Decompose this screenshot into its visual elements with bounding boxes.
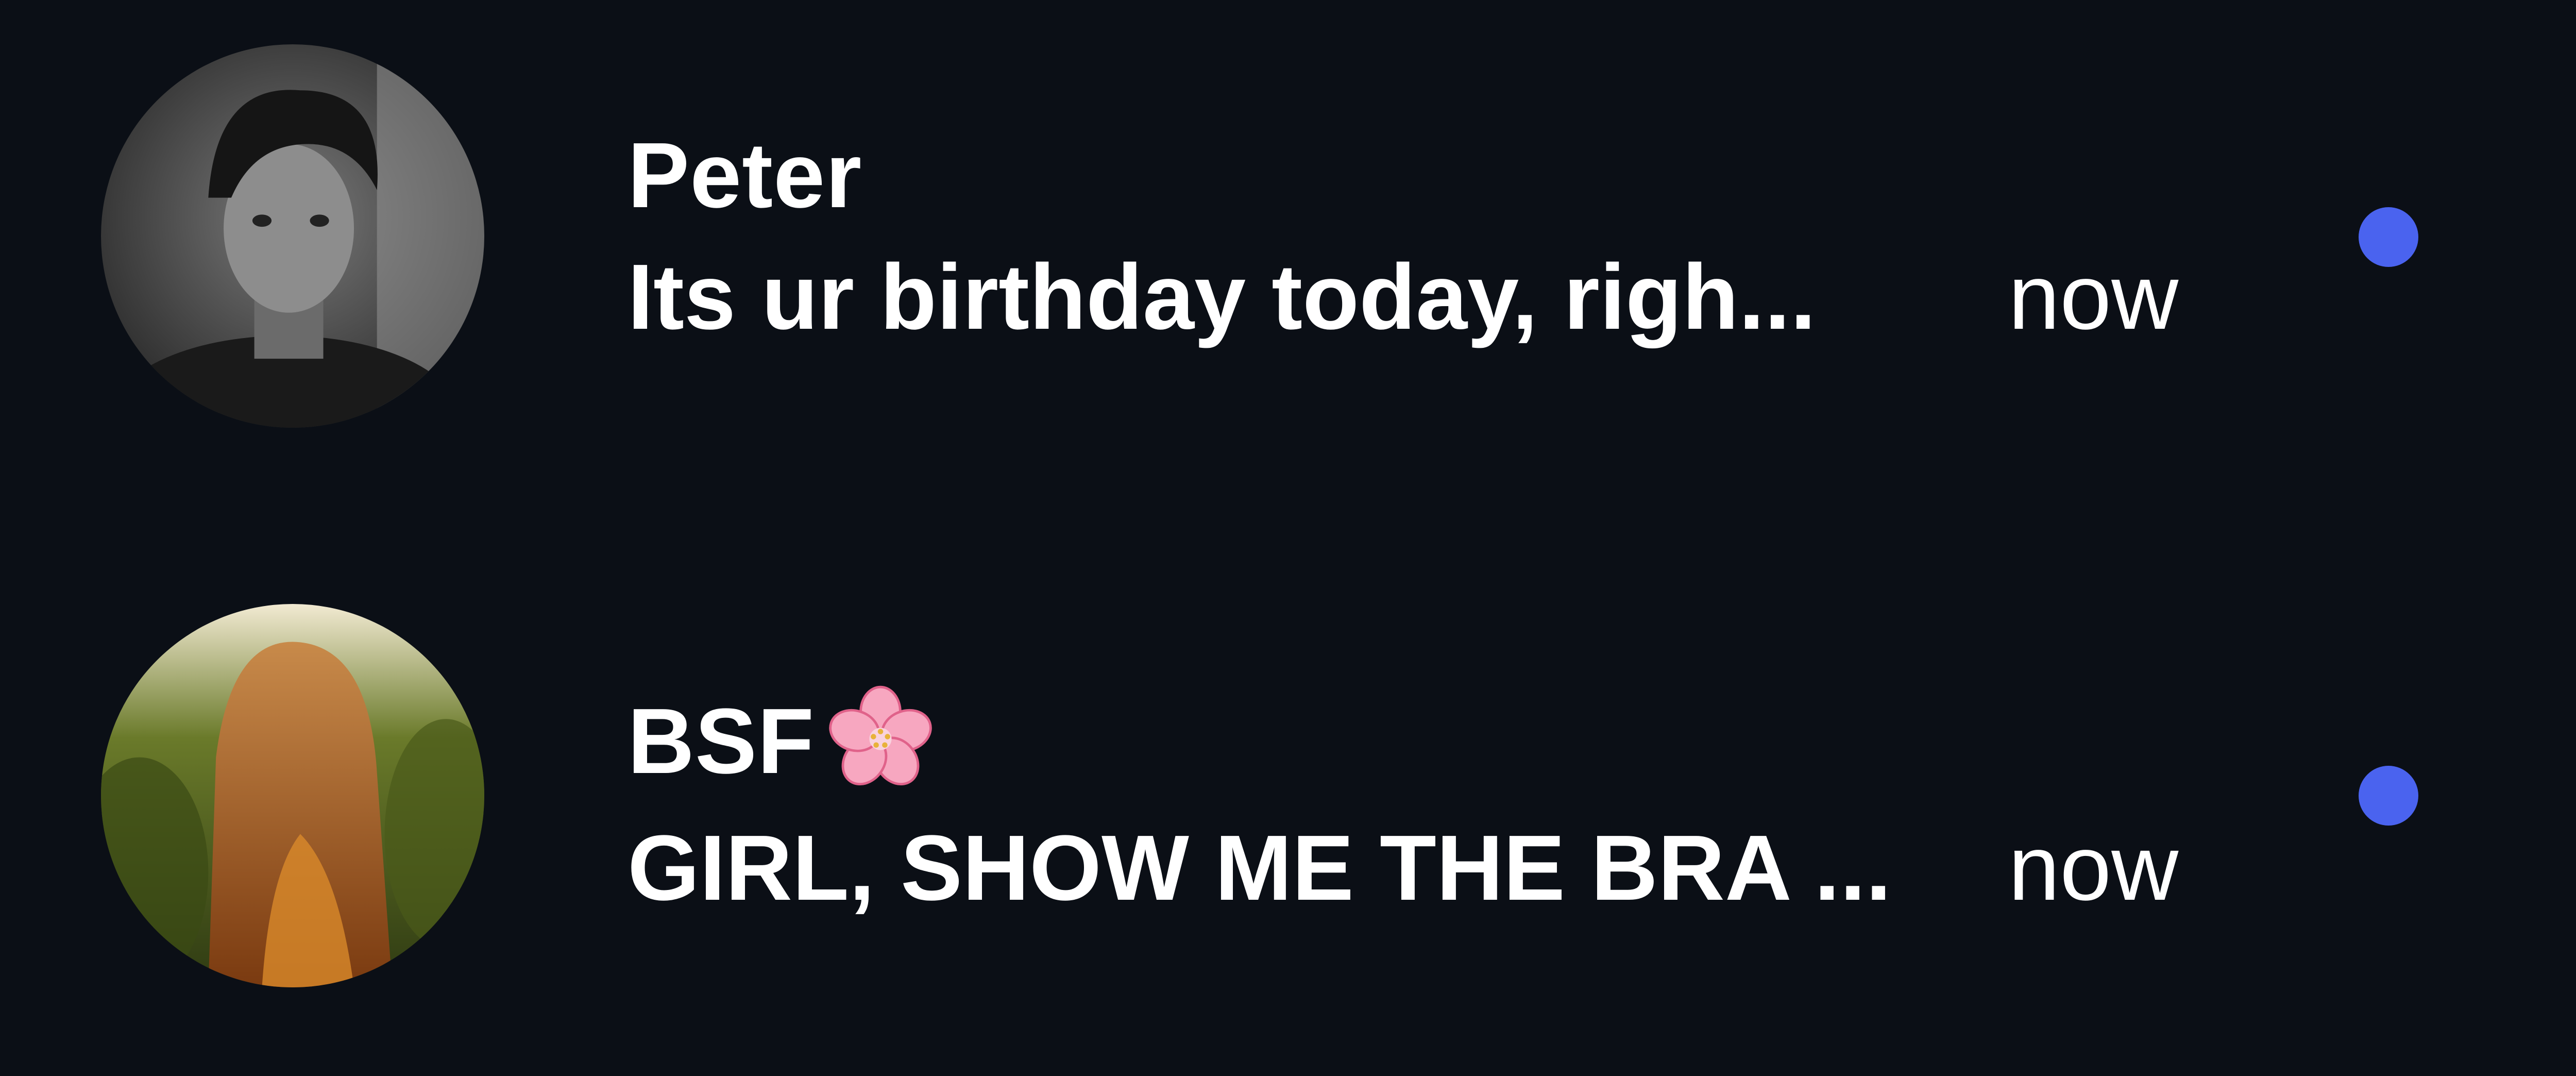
message-preview: Its ur birthday today, righ... (628, 245, 1816, 349)
timestamp: now (2008, 245, 2179, 349)
message-preview: GIRL, SHOW ME THE BRA ... (628, 816, 1892, 920)
timestamp: now (2008, 816, 2179, 920)
avatar[interactable] (101, 44, 484, 428)
contact-name: BSF (628, 690, 815, 793)
thread-row-peter[interactable]: Peter Its ur birthday today, righ... now (0, 0, 2576, 538)
unread-dot-icon (2359, 766, 2418, 826)
thread-row-bsf[interactable]: BSF GIRL, SHOW ME THE BRA ... now (0, 538, 2576, 1076)
message-thread-list: Peter Its ur birthday today, righ... now (0, 0, 2576, 1076)
cherry-blossom-icon (819, 677, 942, 801)
unread-dot-icon (2359, 207, 2418, 267)
contact-name: Peter (628, 124, 862, 227)
avatar[interactable] (101, 604, 484, 987)
